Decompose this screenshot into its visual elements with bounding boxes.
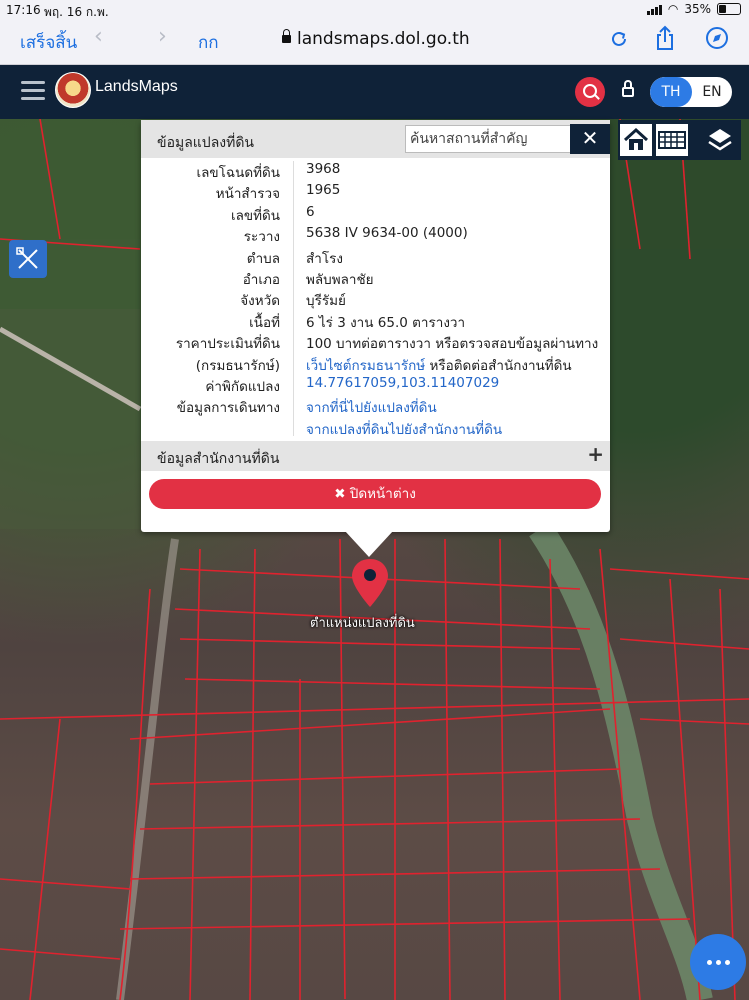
battery-percent: 35%	[684, 2, 711, 16]
forward-icon[interactable]: ›	[158, 24, 167, 49]
row-directions-office: จากแปลงที่ดินไปยังสำนักงานที่ดิน	[141, 418, 610, 439]
row-province: จังหวัด บุรีรัมย์	[141, 289, 610, 310]
language-toggle[interactable]: TH EN	[650, 77, 732, 107]
row-district: อำเภอ พลับพลาชัย	[141, 268, 610, 289]
row-label: ราคาประเมินที่ดิน	[175, 336, 280, 353]
row-label: อำเภอ	[242, 271, 280, 288]
treasury-website-link[interactable]: เว็บไซต์กรมธนารักษ์	[306, 358, 425, 374]
layers-icon	[708, 129, 732, 151]
signal-icon	[646, 4, 662, 15]
row-value: 6 ไร่ 3 งาน 65.0 ตารางวา	[306, 314, 466, 331]
map-tools	[618, 120, 741, 160]
row-value: เว็บไซต์กรมธนารักษ์ หรือติดต่อสำนักงานที…	[306, 354, 572, 376]
parcel-info-popup: ข้อมูลแปลงที่ดิน ✕ เลขโฉนดที่ดิน 3968 หน้…	[141, 120, 610, 532]
coordinates-link[interactable]: 14.77617059,103.11407029	[306, 375, 499, 391]
dot-icon	[725, 960, 730, 965]
lock-icon	[282, 29, 291, 43]
parcel-details: เลขโฉนดที่ดิน 3968 หน้าสำรวจ 1965 เลขที่ดิ…	[141, 161, 610, 439]
layers-button[interactable]	[704, 124, 736, 156]
wifi-icon: ◠	[667, 2, 679, 16]
popup-pointer	[345, 531, 393, 557]
status-bar: 17:16 พฤ. 16 ก.พ. ◠ 35%	[0, 0, 749, 20]
measure-tool-button[interactable]	[9, 240, 47, 278]
row-value: สำโรง	[306, 250, 343, 267]
row-deed-number: เลขโฉนดที่ดิน 3968	[141, 161, 610, 182]
row-value: 5638 IV 9634-00 (4000)	[306, 225, 468, 242]
more-options-button[interactable]	[690, 934, 746, 990]
home-icon	[623, 127, 649, 150]
row-label: ระวาง	[243, 229, 280, 246]
lang-en-button[interactable]: EN	[692, 77, 732, 107]
url-text: landsmaps.dol.go.th	[297, 29, 470, 49]
expand-icon[interactable]: +	[587, 442, 604, 466]
landmark-search-input[interactable]	[405, 125, 571, 153]
row-label: จังหวัด	[240, 293, 280, 310]
land-office-title: ข้อมูลสำนักงานที่ดิน	[157, 451, 280, 467]
app-header: LandsMaps TH EN	[0, 65, 749, 119]
row-directions: ข้อมูลการเดินทาง จากที่นี่ไปยังแปลงที่ดิน	[141, 396, 610, 417]
row-value: 1965	[306, 182, 341, 199]
reload-icon[interactable]	[609, 29, 629, 49]
row-label: หน้าสำรวจ	[215, 186, 280, 203]
directions-to-office-link[interactable]: จากแปลงที่ดินไปยังสำนักงานที่ดิน	[306, 418, 502, 440]
pin-label: ตำแหน่งแปลงที่ดิน	[310, 616, 415, 631]
grid-button[interactable]	[656, 124, 688, 156]
search-close-button[interactable]: ✕	[570, 124, 610, 154]
row-value: พลับพลาชัย	[306, 271, 374, 288]
app-brand: LandsMaps	[95, 78, 178, 95]
row-treasury: (กรมธนารักษ์) เว็บไซต์กรมธนารักษ์ หรือติด…	[141, 354, 610, 375]
browser-toolbar: เสร็จสิ้น ‹ › กก landsmaps.dol.go.th	[0, 20, 749, 65]
row-label: ข้อมูลการเดินทาง	[176, 400, 280, 417]
row-label: ตำบล	[246, 250, 280, 267]
dot-icon	[707, 960, 712, 965]
close-popup-button[interactable]: ✖ ปิดหน้าต่าง	[149, 479, 601, 509]
row-value: 6	[306, 203, 315, 220]
search-icon[interactable]	[575, 77, 605, 107]
row-subdistrict: ตำบล สำโรง	[141, 247, 610, 268]
row-value-suffix: หรือติดต่อสำนักงานที่ดิน	[425, 357, 572, 374]
ruler-pencil-icon	[16, 247, 38, 269]
battery-icon	[717, 3, 741, 15]
lang-th-button[interactable]: TH	[650, 77, 692, 107]
landsmaps-logo	[55, 72, 91, 108]
row-label: เนื้อที่	[249, 314, 280, 331]
popup-title: ข้อมูลแปลงที่ดิน	[157, 135, 255, 151]
row-appraisal-price: ราคาประเมินที่ดิน 100 บาทต่อตารางวา หรือต…	[141, 332, 610, 353]
row-value: 100 บาทต่อตารางวา หรือตรวจสอบข้อมูลผ่านท…	[306, 336, 599, 353]
row-label: (กรมธนารักษ์)	[195, 357, 280, 374]
directions-to-parcel-link[interactable]: จากที่นี่ไปยังแปลงที่ดิน	[306, 396, 437, 418]
row-survey-page: หน้าสำรวจ 1965	[141, 182, 610, 203]
status-indicators: ◠ 35%	[646, 2, 741, 16]
share-icon[interactable]	[654, 25, 676, 51]
back-icon[interactable]: ‹	[94, 24, 103, 49]
row-land-number: เลขที่ดิน 6	[141, 204, 610, 225]
status-time: 17:16	[6, 3, 41, 17]
row-label: ค่าพิกัดแปลง	[205, 378, 280, 395]
dot-icon	[716, 960, 721, 965]
land-office-section[interactable]: ข้อมูลสำนักงานที่ดิน +	[141, 441, 610, 471]
row-coordinates: ค่าพิกัดแปลง 14.77617059,103.11407029	[141, 375, 610, 396]
row-value: บุรีรัมย์	[306, 293, 346, 310]
popup-header: ข้อมูลแปลงที่ดิน ✕	[141, 120, 610, 158]
row-label: เลขโฉนดที่ดิน	[196, 165, 280, 181]
done-button[interactable]: เสร็จสิ้น	[20, 29, 77, 56]
row-area: เนื้อที่ 6 ไร่ 3 งาน 65.0 ตารางวา	[141, 311, 610, 332]
address-bar[interactable]: landsmaps.dol.go.th	[282, 29, 470, 49]
lock-icon[interactable]	[622, 80, 634, 97]
menu-icon[interactable]	[21, 81, 45, 105]
row-label: เลขที่ดิน	[230, 207, 280, 224]
text-size-button[interactable]: กก	[198, 29, 219, 56]
grid-icon	[658, 131, 686, 149]
home-button[interactable]	[620, 124, 652, 156]
row-map-sheet: ระวาง 5638 IV 9634-00 (4000)	[141, 225, 610, 246]
compass-icon[interactable]	[705, 26, 729, 50]
row-value: 3968	[306, 161, 341, 177]
